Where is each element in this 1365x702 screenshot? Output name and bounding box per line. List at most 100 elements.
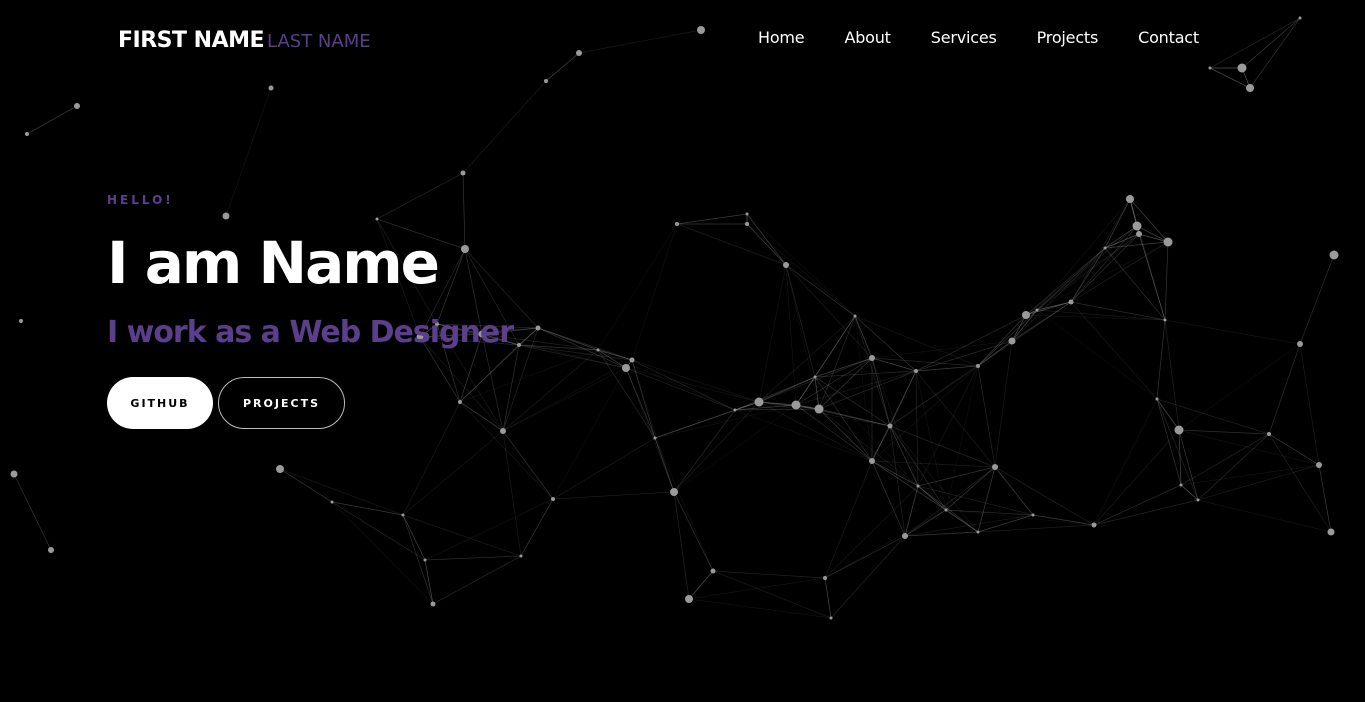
network-node [745,222,749,226]
network-link [676,223,787,266]
network-link [746,213,856,317]
network-link [1129,198,1166,321]
network-node [992,464,998,470]
network-node [535,325,541,331]
network-link [402,514,522,557]
network-node [914,369,918,373]
network-link [1025,225,1138,316]
nav-link-projects[interactable]: Projects [1037,28,1099,48]
network-node [814,404,824,414]
network-node [1103,246,1107,250]
network-node [670,488,678,496]
network-link [1299,254,1335,345]
navbar: FIRST NAME LAST NAME Home About Services … [0,0,1365,80]
network-node [710,568,716,574]
network-link [1156,398,1270,435]
network-link [502,359,633,432]
network-node [517,343,521,347]
network-node [685,595,693,603]
network-node [430,601,436,607]
network-link [502,349,599,432]
network-node [330,500,334,504]
network-link [402,514,434,605]
network-link [1178,429,1199,501]
network-node [1163,318,1167,322]
network-node [791,400,801,410]
network-link [552,491,675,500]
nav-link-about[interactable]: About [844,28,891,48]
network-link [917,485,979,533]
network-link [1036,198,1131,311]
network-link [597,349,736,411]
network-node [733,408,737,412]
network-node [622,364,630,372]
network-link [994,340,1013,468]
network-link [1164,319,1301,345]
network-node [551,497,555,501]
network-link [785,264,873,359]
network-node [48,547,54,553]
network-node [629,357,635,363]
network-link [1138,233,1169,243]
network-link [917,466,996,487]
network-node [19,319,23,323]
network-link [824,485,919,579]
network-node [1155,397,1159,401]
network-node [401,513,405,517]
network-link [1156,398,1182,486]
hero-subtitle: I work as a Web Designer [107,315,514,350]
hero-buttons: GITHUB PROJECTS [107,377,513,429]
network-node [519,554,523,558]
network-link [537,327,627,369]
network-link [552,437,656,500]
network-node [423,558,427,562]
network-link [1180,484,1199,501]
nav-link-contact[interactable]: Contact [1138,28,1199,48]
network-link [746,223,856,317]
network-link [688,598,832,619]
network-link [1093,398,1158,526]
network-link [631,359,760,403]
nav-link-services[interactable]: Services [931,28,997,48]
github-button[interactable]: GITHUB [107,377,213,429]
network-node [1022,311,1030,319]
network-node [887,423,893,429]
network-link [1070,225,1138,303]
network-link [502,430,554,500]
network-link [746,223,787,266]
network-link [889,425,996,468]
network-link [1104,198,1131,249]
network-node [460,170,466,176]
network-node [1008,337,1016,345]
brand-first-name: FIRST NAME [118,28,265,53]
network-link [625,367,760,403]
network-link [520,498,554,557]
network-node [1316,462,1322,468]
network-node [853,314,857,318]
nav-link-home[interactable]: Home [758,28,805,48]
network-node [976,530,980,534]
network-link [818,370,917,410]
network-link [977,466,996,533]
network-link [824,509,947,579]
network-link [915,370,996,468]
network-node [745,212,749,216]
projects-button[interactable]: PROJECTS [218,377,345,429]
network-node [74,103,80,109]
network-link [904,485,919,537]
network-node [1329,250,1339,260]
brand-logo[interactable]: FIRST NAME LAST NAME [118,27,371,56]
network-node [1196,498,1200,502]
network-node [268,85,274,91]
network-node [1091,522,1097,528]
hero-title: I am Name [107,229,440,297]
network-link [1036,309,1158,400]
network-node [1297,341,1303,347]
network-link [1178,343,1301,431]
network-node [976,364,980,368]
network-link [1036,233,1140,311]
network-node [1031,513,1035,517]
network-link [712,570,832,619]
network-node [276,465,284,473]
network-link [631,223,678,361]
